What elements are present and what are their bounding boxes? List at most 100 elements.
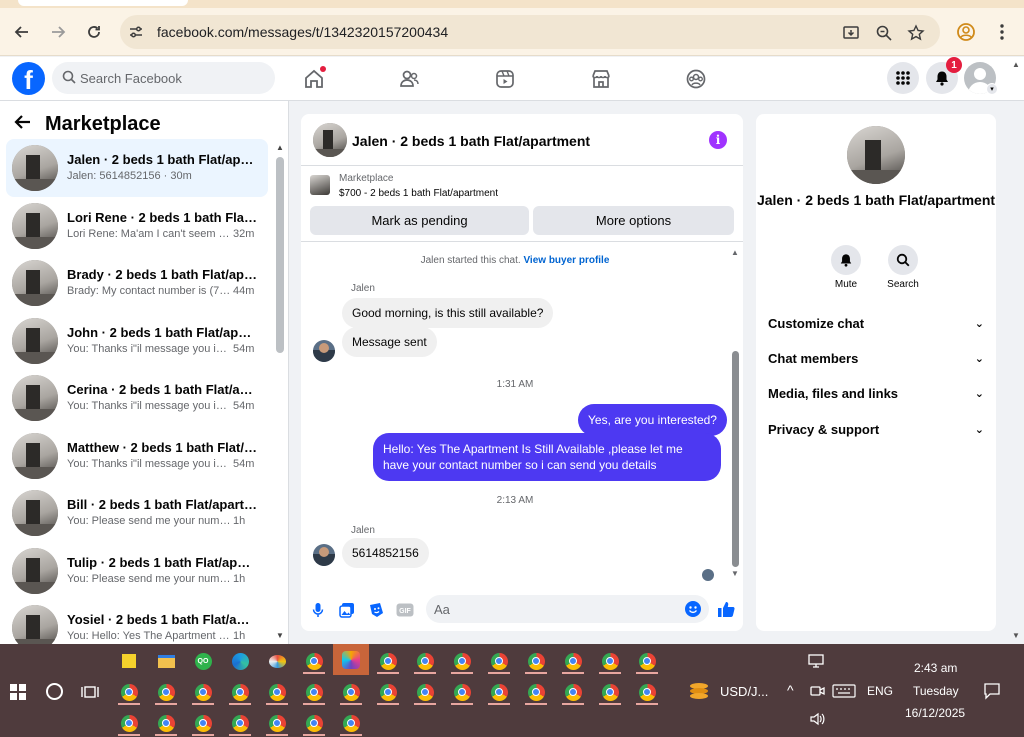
- chrome-icon[interactable]: [114, 710, 144, 736]
- conversation-item[interactable]: John · 2 beds 1 bath Flat/apart... You: …: [6, 312, 268, 370]
- microphone-icon[interactable]: [309, 601, 327, 619]
- active-tab[interactable]: [18, 0, 188, 6]
- chrome-icon[interactable]: [336, 710, 366, 736]
- page-scroll-up-icon[interactable]: ▲: [1012, 60, 1020, 69]
- chrome-icon[interactable]: [595, 679, 625, 705]
- chevron-down-icon[interactable]: ▾: [986, 83, 998, 95]
- edge-icon[interactable]: [225, 648, 255, 674]
- chrome-icon[interactable]: [151, 679, 181, 705]
- nav-home[interactable]: [300, 65, 328, 93]
- chrome-icon[interactable]: [410, 679, 440, 705]
- clock-time[interactable]: 2:43 am: [914, 661, 957, 675]
- message-input[interactable]: [434, 595, 674, 623]
- task-view-icon[interactable]: [81, 684, 99, 700]
- search-input[interactable]: [80, 62, 270, 94]
- chrome-icon[interactable]: [410, 648, 440, 674]
- nav-video[interactable]: [491, 65, 519, 93]
- copilot-icon[interactable]: [333, 644, 369, 675]
- install-app-button[interactable]: [842, 24, 860, 42]
- chrome-icon[interactable]: [299, 679, 329, 705]
- conversation-item[interactable]: Lori Rene · 2 beds 1 bath Flat/a... Lori…: [6, 197, 268, 255]
- scroll-down-arrow-icon[interactable]: ▼: [276, 631, 284, 640]
- profile-avatar[interactable]: [847, 126, 905, 184]
- conversation-item[interactable]: Yosiel · 2 beds 1 bath Flat/apart... You…: [6, 599, 268, 644]
- back-arrow-icon[interactable]: [14, 113, 36, 136]
- conversation-list-scrollbar[interactable]: [276, 157, 284, 353]
- facebook-search[interactable]: [52, 62, 275, 94]
- meet-now-icon[interactable]: [810, 684, 826, 701]
- sticker-icon[interactable]: [367, 601, 385, 619]
- scroll-up-arrow-icon[interactable]: ▲: [731, 248, 739, 257]
- mark-as-pending-button[interactable]: Mark as pending: [310, 206, 529, 235]
- chrome-icon[interactable]: [447, 679, 477, 705]
- conversation-item[interactable]: Matthew · 2 beds 1 bath Flat/ap... You: …: [6, 427, 268, 485]
- chrome-icon[interactable]: [188, 710, 218, 736]
- chevron-up-icon[interactable]: ^: [787, 682, 794, 698]
- chrome-icon[interactable]: [225, 679, 255, 705]
- network-icon[interactable]: [808, 654, 826, 671]
- chrome-icon[interactable]: [262, 710, 292, 736]
- chrome-icon[interactable]: [484, 679, 514, 705]
- qq-browser-icon[interactable]: QO: [188, 648, 218, 674]
- chrome-icon[interactable]: [595, 648, 625, 674]
- profile-menu-button[interactable]: [954, 20, 978, 44]
- chrome-icon[interactable]: [521, 679, 551, 705]
- chrome-icon[interactable]: [225, 710, 255, 736]
- chat-members-section[interactable]: Chat members ⌄: [768, 347, 984, 369]
- conversation-item[interactable]: Jalen · 2 beds 1 bath Flat/apart... Jale…: [6, 139, 268, 197]
- media-files-links-section[interactable]: Media, files and links ⌄: [768, 382, 984, 404]
- chrome-icon[interactable]: [521, 648, 551, 674]
- zoom-button[interactable]: [875, 24, 893, 42]
- chrome-icon[interactable]: [373, 679, 403, 705]
- currency-widget-icon[interactable]: [688, 680, 710, 705]
- address-bar[interactable]: facebook.com/messages/t/1342320157200434: [120, 15, 940, 49]
- chrome-icon[interactable]: [299, 648, 329, 674]
- chrome-icon[interactable]: [447, 648, 477, 674]
- chrome-icon[interactable]: [632, 648, 662, 674]
- keyboard-icon[interactable]: [832, 684, 856, 701]
- chrome-icon[interactable]: [632, 679, 662, 705]
- sender-avatar[interactable]: [313, 340, 335, 362]
- gif-icon[interactable]: GIF: [396, 601, 414, 619]
- chat-avatar[interactable]: [313, 123, 347, 157]
- chrome-icon[interactable]: [558, 648, 588, 674]
- emoji-icon[interactable]: [685, 601, 701, 617]
- scroll-up-arrow-icon[interactable]: ▲: [276, 143, 284, 152]
- language-indicator[interactable]: ENG: [867, 684, 893, 698]
- forward-button[interactable]: [46, 20, 70, 44]
- scroll-down-arrow-icon[interactable]: ▼: [731, 569, 739, 578]
- chrome-icon[interactable]: [114, 679, 144, 705]
- site-settings-icon[interactable]: [128, 24, 144, 40]
- customize-chat-section[interactable]: Customize chat ⌄: [768, 312, 984, 334]
- listing-summary[interactable]: Marketplace $700 - 2 beds 1 bath Flat/ap…: [301, 166, 743, 204]
- conversation-item[interactable]: Tulip · 2 beds 1 bath Flat/apart... You:…: [6, 542, 268, 600]
- nav-friends[interactable]: [395, 65, 423, 93]
- nav-groups[interactable]: [682, 65, 710, 93]
- info-icon[interactable]: i: [709, 131, 727, 149]
- incoming-message[interactable]: Message sent: [342, 327, 437, 357]
- sender-avatar[interactable]: [313, 544, 335, 566]
- search-in-chat-button[interactable]: Search: [878, 245, 928, 290]
- incoming-message[interactable]: 5614852156: [342, 538, 429, 568]
- thumbs-up-icon[interactable]: [716, 599, 736, 619]
- nav-marketplace[interactable]: [587, 65, 615, 93]
- mute-button[interactable]: Mute: [821, 245, 871, 290]
- currency-widget-label[interactable]: USD/J...: [720, 684, 768, 699]
- photo-icon[interactable]: [338, 601, 356, 619]
- privacy-support-section[interactable]: Privacy & support ⌄: [768, 418, 984, 440]
- more-options-button[interactable]: More options: [533, 206, 734, 235]
- chrome-icon[interactable]: [336, 679, 366, 705]
- view-buyer-profile-link[interactable]: View buyer profile: [523, 255, 609, 266]
- facebook-logo[interactable]: f: [12, 62, 45, 95]
- conversation-item[interactable]: Cerina · 2 beds 1 bath Flat/apart... You…: [6, 369, 268, 427]
- outgoing-message[interactable]: Hello: Yes The Apartment Is Still Availa…: [373, 433, 721, 481]
- chat-title[interactable]: Jalen · 2 beds 1 bath Flat/apartment: [352, 133, 590, 149]
- chat-scrollbar[interactable]: [732, 351, 739, 567]
- chrome-icon[interactable]: [484, 648, 514, 674]
- search-icon[interactable]: [46, 683, 63, 700]
- reload-button[interactable]: [82, 20, 106, 44]
- notification-center-icon[interactable]: [983, 682, 1001, 703]
- bookmark-button[interactable]: [907, 24, 925, 42]
- browser-menu-button[interactable]: [990, 20, 1014, 44]
- outgoing-message[interactable]: Yes, are you interested?: [578, 404, 727, 436]
